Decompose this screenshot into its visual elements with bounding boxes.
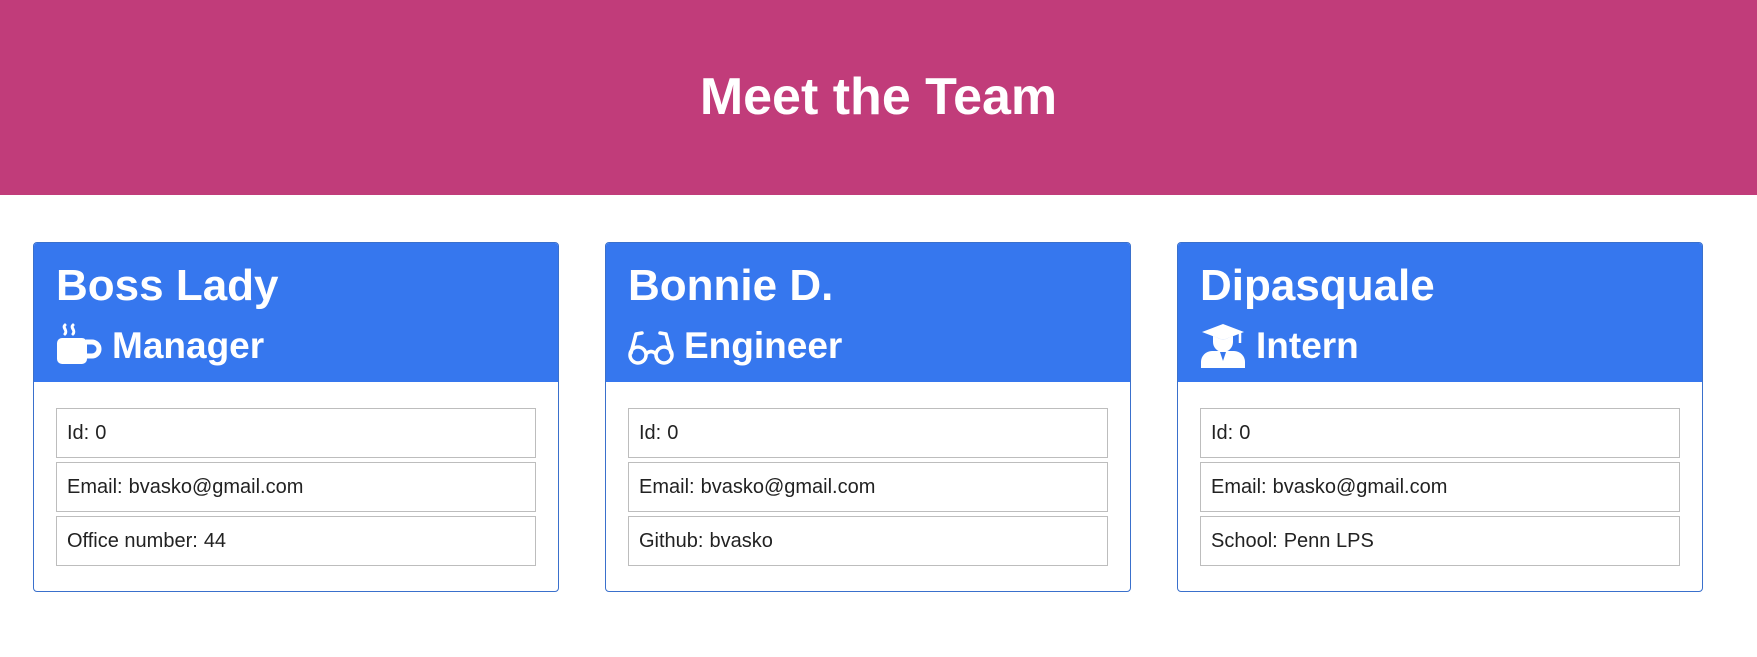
email-value: bvasko@gmail.com (700, 475, 876, 498)
id-value: 0 (1239, 421, 1251, 444)
office-number-label: Office number: (67, 529, 198, 552)
card-header: Dipasquale Intern (1178, 243, 1702, 382)
card-header: Boss Lady Manager (34, 243, 558, 382)
email-label: Email: (67, 475, 123, 498)
id-label: Id: (67, 421, 90, 444)
employee-name: Bonnie D. (628, 261, 834, 310)
page-title: Meet the Team (699, 67, 1058, 126)
role-row: Intern (1200, 323, 1359, 369)
github-row: Github: bvasko (628, 516, 1108, 566)
role-row: Manager (56, 323, 264, 369)
github-value: bvasko (709, 529, 773, 552)
email-value: bvasko@gmail.com (128, 475, 304, 498)
email-value: bvasko@gmail.com (1272, 475, 1448, 498)
page-banner: Meet the Team (0, 0, 1757, 195)
employee-card-engineer: Bonnie D. Engineer Id: 0 Email: bvasko@g… (605, 242, 1131, 592)
github-label: Github: (639, 529, 704, 552)
employee-card-intern: Dipasquale Intern Id: 0 Email: bvasko@gm… (1177, 242, 1703, 592)
employee-name: Dipasquale (1200, 261, 1435, 310)
user-graduate-icon (1200, 323, 1246, 369)
id-value: 0 (667, 421, 679, 444)
role-row: Engineer (628, 323, 842, 369)
office-number-value: 44 (203, 529, 227, 552)
school-label: School: (1211, 529, 1278, 552)
school-value: Penn LPS (1283, 529, 1374, 552)
mug-hot-icon (56, 323, 102, 369)
employee-role: Intern (1256, 325, 1359, 366)
card-header: Bonnie D. Engineer (606, 243, 1130, 382)
email-row: Email: bvasko@gmail.com (1200, 462, 1680, 512)
employee-card-manager: Boss Lady Manager Id: 0 Email: bvasko@gm… (33, 242, 559, 592)
employee-role: Engineer (684, 325, 843, 366)
email-row: Email: bvasko@gmail.com (628, 462, 1108, 512)
id-label: Id: (1211, 421, 1234, 444)
id-row: Id: 0 (56, 408, 536, 458)
email-label: Email: (639, 475, 695, 498)
email-row: Email: bvasko@gmail.com (56, 462, 536, 512)
card-body: Id: 0 Email: bvasko@gmail.com Github: bv… (606, 382, 1130, 566)
school-row: School: Penn LPS (1200, 516, 1680, 566)
office-number-row: Office number: 44 (56, 516, 536, 566)
card-body: Id: 0 Email: bvasko@gmail.com School: Pe… (1178, 382, 1702, 566)
employee-name: Boss Lady (56, 261, 279, 310)
id-row: Id: 0 (628, 408, 1108, 458)
id-value: 0 (95, 421, 107, 444)
id-label: Id: (639, 421, 662, 444)
employee-role: Manager (112, 325, 265, 366)
card-body: Id: 0 Email: bvasko@gmail.com Office num… (34, 382, 558, 566)
glasses-icon (628, 323, 674, 369)
id-row: Id: 0 (1200, 408, 1680, 458)
email-label: Email: (1211, 475, 1267, 498)
